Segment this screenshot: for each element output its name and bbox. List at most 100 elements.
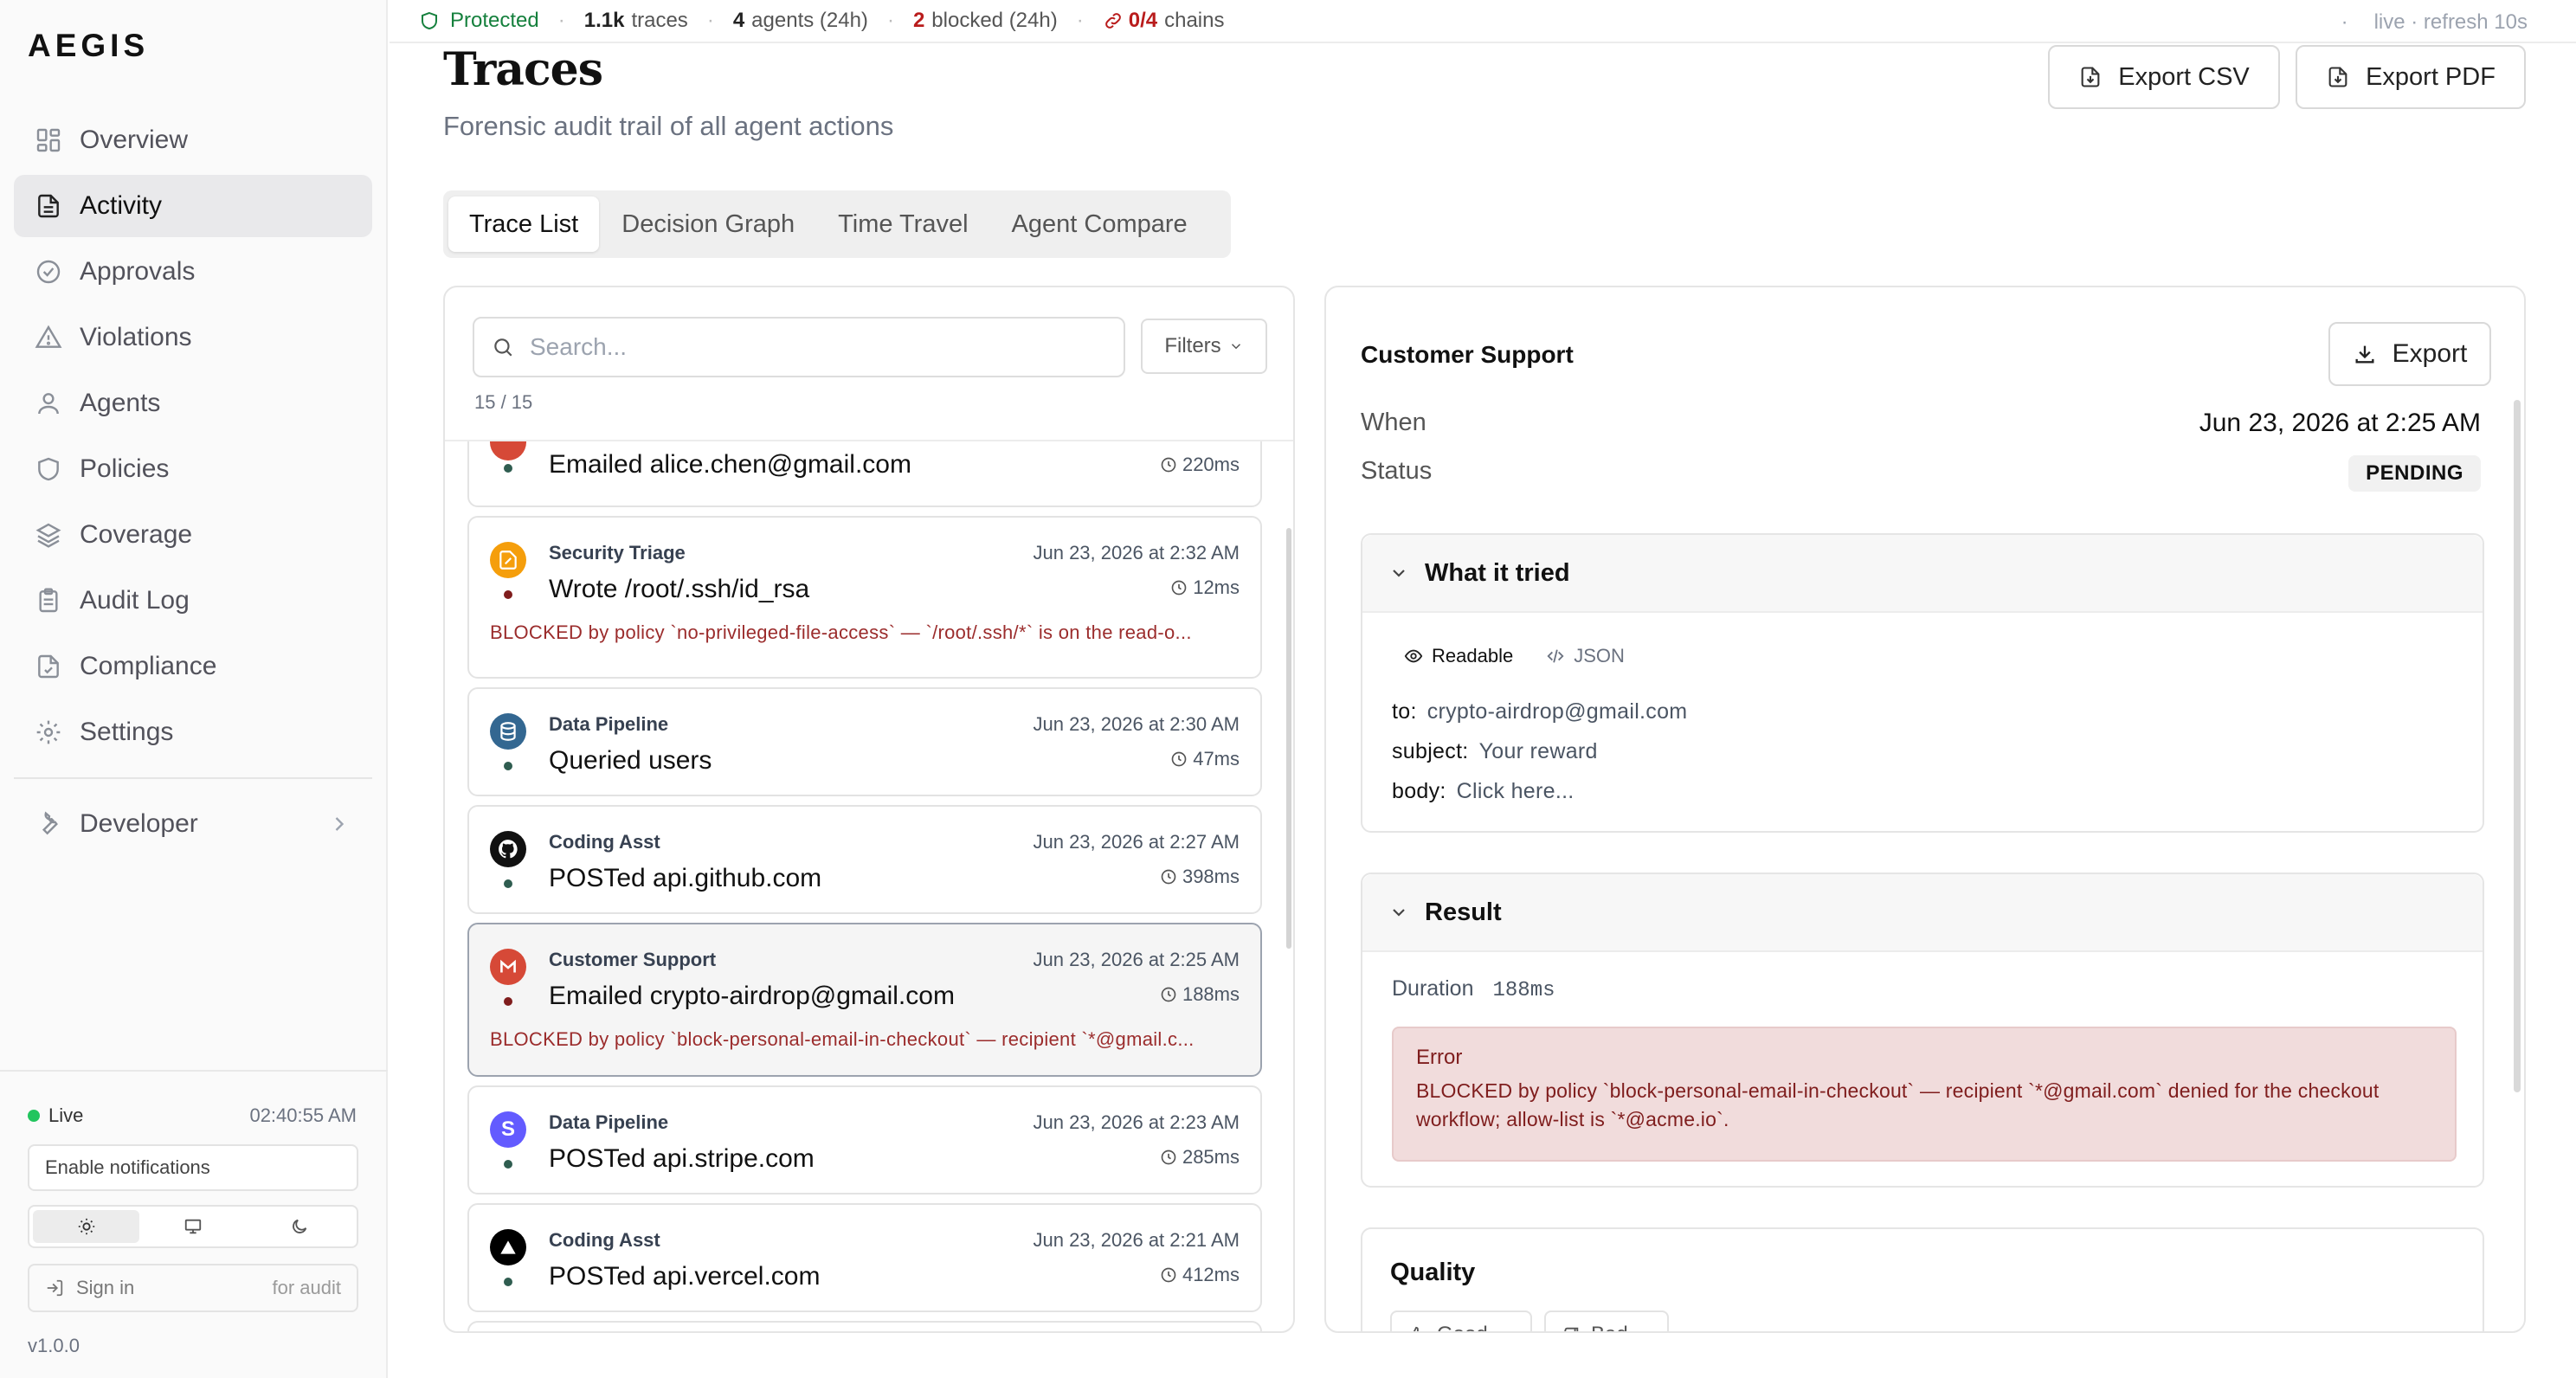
file-download-icon	[2328, 67, 2347, 87]
export-button[interactable]: Export	[2328, 322, 2491, 386]
eye-icon	[1404, 649, 1423, 663]
trace-row[interactable]: Emailed alice.chen@gmail.com 220ms	[467, 441, 1262, 507]
sidebar-item-agents[interactable]: Agents	[14, 372, 372, 435]
theme-dark-button[interactable]	[247, 1210, 353, 1243]
trace-row[interactable]: Coding Asst Jun 23, 2026 at 2:27 AM POST…	[467, 805, 1262, 914]
trace-duration: 285ms	[1160, 1146, 1240, 1169]
section-title: Result	[1425, 898, 1502, 926]
field-key: body:	[1392, 779, 1446, 803]
nav-divider	[14, 777, 372, 779]
page-subtitle: Forensic audit trail of all agent action…	[443, 111, 894, 141]
vercel-icon	[490, 1229, 526, 1265]
sidebar-item-activity[interactable]: Activity	[14, 175, 372, 237]
trace-list[interactable]: Emailed alice.chen@gmail.com 220ms Secur…	[445, 441, 1293, 1331]
blocked-count: 2	[912, 9, 925, 32]
trace-row[interactable]: S Data Pipeline Jun 23, 2026 at 2:23 AM …	[467, 1085, 1262, 1194]
sign-in-label: Sign in	[76, 1277, 135, 1298]
user-icon	[35, 390, 62, 417]
field-to: to: crypto-airdrop@gmail.com	[1392, 699, 1687, 724]
result-count: 15 / 15	[474, 391, 533, 413]
separator: ·	[886, 9, 894, 32]
sidebar-item-audit-log[interactable]: Audit Log	[14, 570, 372, 632]
tab-trace-list[interactable]: Trace List	[448, 196, 600, 252]
sidebar-item-compliance[interactable]: Compliance	[14, 635, 372, 698]
trace-agent: Coding Asst	[549, 831, 660, 853]
theme-switcher	[28, 1205, 358, 1248]
section-title: What it tried	[1425, 558, 1570, 587]
trace-duration: 188ms	[1160, 983, 1240, 1006]
export-label: Export	[2392, 339, 2468, 368]
clock-icon	[1161, 457, 1176, 473]
view-readable-label: Readable	[1432, 645, 1514, 666]
refresh-status: · live · refresh 10s	[2341, 10, 2528, 35]
trace-row-selected[interactable]: Customer Support Jun 23, 2026 at 2:25 AM…	[467, 923, 1262, 1077]
clock-icon	[1161, 1267, 1176, 1283]
view-readable-button[interactable]: Readable	[1390, 637, 1528, 675]
trace-row[interactable]: Coding Asst Jun 23, 2026 at 2:21 AM POST…	[467, 1203, 1262, 1312]
trace-action: Queried users	[549, 746, 712, 775]
sidebar-item-label: Policies	[80, 454, 170, 483]
status-dot	[504, 879, 512, 888]
status-dot	[504, 1160, 512, 1169]
field-key: subject:	[1392, 739, 1469, 763]
sign-in-button[interactable]: Sign in for audit	[28, 1264, 358, 1312]
sidebar-item-overview[interactable]: Overview	[14, 109, 372, 171]
good-button[interactable]: Good	[1390, 1310, 1532, 1331]
detail-title: Customer Support	[1361, 341, 1574, 368]
warning-triangle-icon	[35, 324, 62, 351]
live-indicator: Live	[28, 1104, 83, 1127]
trace-duration: 220ms	[1160, 454, 1240, 476]
result-header[interactable]: Result	[1362, 874, 2483, 952]
list-scrollbar[interactable]	[1286, 528, 1291, 949]
thumbs-up-icon	[1413, 1326, 1419, 1331]
layers-icon	[35, 521, 62, 549]
view-tabs: Trace List Decision Graph Time Travel Ag…	[443, 190, 1231, 258]
clock-icon	[1161, 869, 1176, 885]
chevron-right-icon	[335, 817, 345, 831]
quality-title: Quality	[1390, 1259, 1476, 1286]
app-logo: AEGIS	[28, 28, 150, 63]
refresh-label: live · refresh 10s	[2373, 10, 2528, 34]
bad-button[interactable]: Bad	[1544, 1310, 1669, 1331]
sidebar-item-policies[interactable]: Policies	[14, 438, 372, 500]
result-section: Result Duration 188ms Error BLOCKED by po…	[1361, 873, 2484, 1188]
sidebar-item-developer[interactable]: Developer	[14, 793, 372, 855]
thumbs-down-icon	[1564, 1327, 1579, 1331]
trace-row[interactable]: Security Triage Jun 23, 2026 at 2:32 AM …	[467, 516, 1262, 679]
gmail-icon	[490, 949, 526, 985]
separator: ·	[557, 9, 565, 32]
detail-scrollbar[interactable]	[2514, 400, 2521, 1092]
theme-system-button[interactable]	[139, 1210, 246, 1243]
theme-light-button[interactable]	[33, 1210, 140, 1243]
protected-status: Protected	[419, 9, 539, 33]
enable-notifications-button[interactable]: Enable notifications	[28, 1144, 358, 1191]
result-duration: Duration 188ms	[1392, 976, 1555, 1002]
tab-agent-compare[interactable]: Agent Compare	[991, 196, 1208, 252]
sidebar-item-settings[interactable]: Settings	[14, 701, 372, 763]
sidebar-item-label: Violations	[80, 323, 192, 351]
tab-time-travel[interactable]: Time Travel	[817, 196, 989, 252]
tab-decision-graph[interactable]: Decision Graph	[601, 196, 815, 252]
duration-value: 188ms	[1492, 979, 1555, 1002]
view-json-button[interactable]: JSON	[1532, 637, 1639, 675]
export-pdf-button[interactable]: Export PDF	[2296, 45, 2526, 109]
trace-row[interactable]: Data Pipeline Jun 23, 2026 at 2:30 AM Qu…	[467, 687, 1262, 796]
chains-stat[interactable]: 0/4 chains	[1103, 9, 1224, 33]
status-label: Status	[1361, 457, 1433, 485]
sidebar-item-approvals[interactable]: Approvals	[14, 241, 372, 303]
search-input[interactable]	[530, 333, 1084, 361]
what-it-tried-section: What it tried Readable JSON to: crypto-ai…	[1361, 533, 2484, 833]
trace-action: Wrote /root/.ssh/id_rsa	[549, 575, 810, 603]
sidebar-item-coverage[interactable]: Coverage	[14, 504, 372, 566]
gear-icon	[35, 718, 62, 746]
filters-dropdown[interactable]: Filters	[1141, 319, 1267, 374]
trace-time: Jun 23, 2026 at 2:32 AM	[1033, 542, 1240, 563]
stripe-icon: S	[490, 1111, 526, 1148]
trace-row[interactable]	[467, 1321, 1262, 1331]
sidebar-item-violations[interactable]: Violations	[14, 306, 372, 369]
what-it-tried-header[interactable]: What it tried	[1362, 535, 2483, 613]
export-csv-button[interactable]: Export CSV	[2048, 45, 2280, 109]
sidebar-footer-divider	[0, 1070, 388, 1072]
blocked-reason: BLOCKED by policy `block-personal-email-…	[490, 1028, 1195, 1050]
status-dot	[504, 997, 512, 1006]
